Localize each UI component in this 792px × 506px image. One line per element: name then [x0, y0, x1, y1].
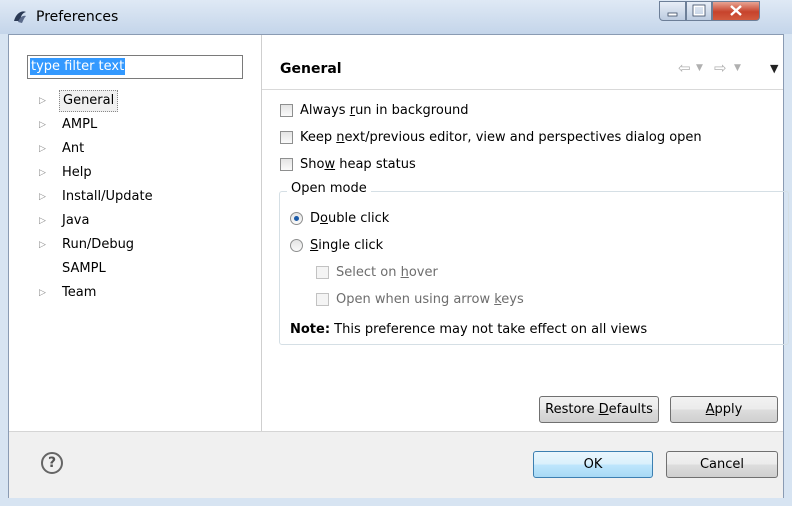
view-menu-icon[interactable]: ▼	[770, 62, 778, 75]
tree-item-label: General	[59, 90, 119, 112]
forward-arrow-icon[interactable]: ⇨	[714, 59, 727, 77]
radio-button[interactable]	[290, 212, 303, 225]
tree-item-install-update[interactable]: ▷ Install/Update	[9, 185, 261, 209]
dialog-client-area: type filter text ▷ General ▷ AMPL ▷ Ant …	[8, 34, 789, 498]
tree-item-java[interactable]: ▷ Java	[9, 209, 261, 233]
window-title: Preferences	[36, 9, 119, 25]
tree-item-sampl[interactable]: SAMPL	[9, 257, 261, 281]
tree-item-help[interactable]: ▷ Help	[9, 161, 261, 185]
page-header: General ⇦ ▼ ⇨ ▼ ▼	[262, 35, 783, 90]
checkbox-box[interactable]	[316, 293, 329, 306]
checkbox-label: Open when using arrow keys	[336, 292, 524, 307]
minimize-button[interactable]	[659, 1, 686, 21]
radio-button[interactable]	[290, 239, 303, 252]
checkbox-box[interactable]	[316, 266, 329, 279]
expand-arrow-icon[interactable]: ▷	[39, 233, 49, 257]
tree-item-label: Team	[62, 285, 97, 300]
tree-item-label: Help	[62, 165, 92, 180]
forward-dropdown-icon[interactable]: ▼	[734, 63, 741, 73]
note-label: Note:	[290, 322, 331, 337]
note-text: This preference may not take effect on a…	[330, 322, 648, 337]
preference-tree-panel: type filter text ▷ General ▷ AMPL ▷ Ant …	[9, 35, 262, 431]
filter-input[interactable]: type filter text	[27, 55, 243, 79]
checkbox-box[interactable]	[280, 131, 293, 144]
tree-item-label: Ant	[62, 141, 85, 156]
open-mode-title: Open mode	[287, 181, 371, 196]
open-mode-note: Note: This preference may not take effec…	[290, 322, 647, 337]
radio-label: Single click	[310, 238, 384, 253]
tree-item-ampl[interactable]: ▷ AMPL	[9, 113, 261, 137]
ok-button[interactable]: OK	[533, 451, 653, 478]
maximize-icon	[692, 4, 706, 17]
tree-item-label: Install/Update	[62, 189, 153, 204]
back-arrow-icon[interactable]: ⇦	[678, 59, 691, 77]
page-title: General	[280, 61, 342, 77]
tree-item-label: SAMPL	[62, 261, 106, 276]
back-dropdown-icon[interactable]: ▼	[696, 63, 703, 73]
restore-defaults-button[interactable]: Restore Defaults	[539, 396, 659, 423]
dialog-button-bar: ? OK Cancel	[9, 431, 783, 498]
expand-arrow-icon[interactable]: ▷	[39, 89, 49, 113]
tree-item-general[interactable]: ▷ General	[9, 89, 261, 113]
maximize-button[interactable]	[686, 1, 712, 21]
close-icon	[730, 5, 742, 16]
tree-item-label: AMPL	[62, 117, 98, 132]
radio-label: Double click	[310, 211, 390, 226]
expand-arrow-icon[interactable]: ▷	[39, 113, 49, 137]
checkbox-label: Always run in background	[300, 103, 469, 118]
tree-item-ant[interactable]: ▷ Ant	[9, 137, 261, 161]
tree-item-team[interactable]: ▷ Team	[9, 281, 261, 305]
expand-arrow-icon[interactable]: ▷	[39, 185, 49, 209]
cancel-button[interactable]: Cancel	[666, 451, 778, 478]
title-bar[interactable]: Preferences	[0, 0, 792, 34]
checkbox-label: Select on hover	[336, 265, 438, 280]
tree-item-run-debug[interactable]: ▷ Run/Debug	[9, 233, 261, 257]
close-button[interactable]	[712, 1, 760, 21]
preference-page: General ⇦ ▼ ⇨ ▼ ▼ Always run in backgrou…	[262, 35, 789, 431]
expand-arrow-icon[interactable]: ▷	[39, 281, 49, 305]
preferences-window: Preferences type filter text ▷ General ▷	[0, 0, 792, 506]
help-icon[interactable]: ?	[41, 452, 63, 474]
expand-arrow-icon[interactable]: ▷	[39, 209, 49, 233]
expand-arrow-icon[interactable]: ▷	[39, 161, 49, 185]
minimize-icon	[667, 12, 678, 17]
checkbox-box[interactable]	[280, 104, 293, 117]
checkbox-box[interactable]	[280, 158, 293, 171]
filter-input-text: type filter text	[30, 58, 126, 75]
tree-item-label: Java	[62, 213, 90, 228]
tree-item-label: Run/Debug	[62, 237, 135, 252]
checkbox-label: Show heap status	[300, 157, 416, 172]
preference-tree: ▷ General ▷ AMPL ▷ Ant ▷ Help ▷ Install/…	[9, 89, 261, 305]
checkbox-label: Keep next/previous editor, view and pers…	[300, 130, 702, 145]
apply-button[interactable]: Apply	[670, 396, 778, 423]
eclipse-icon	[14, 11, 26, 23]
expand-arrow-icon[interactable]: ▷	[39, 137, 49, 161]
